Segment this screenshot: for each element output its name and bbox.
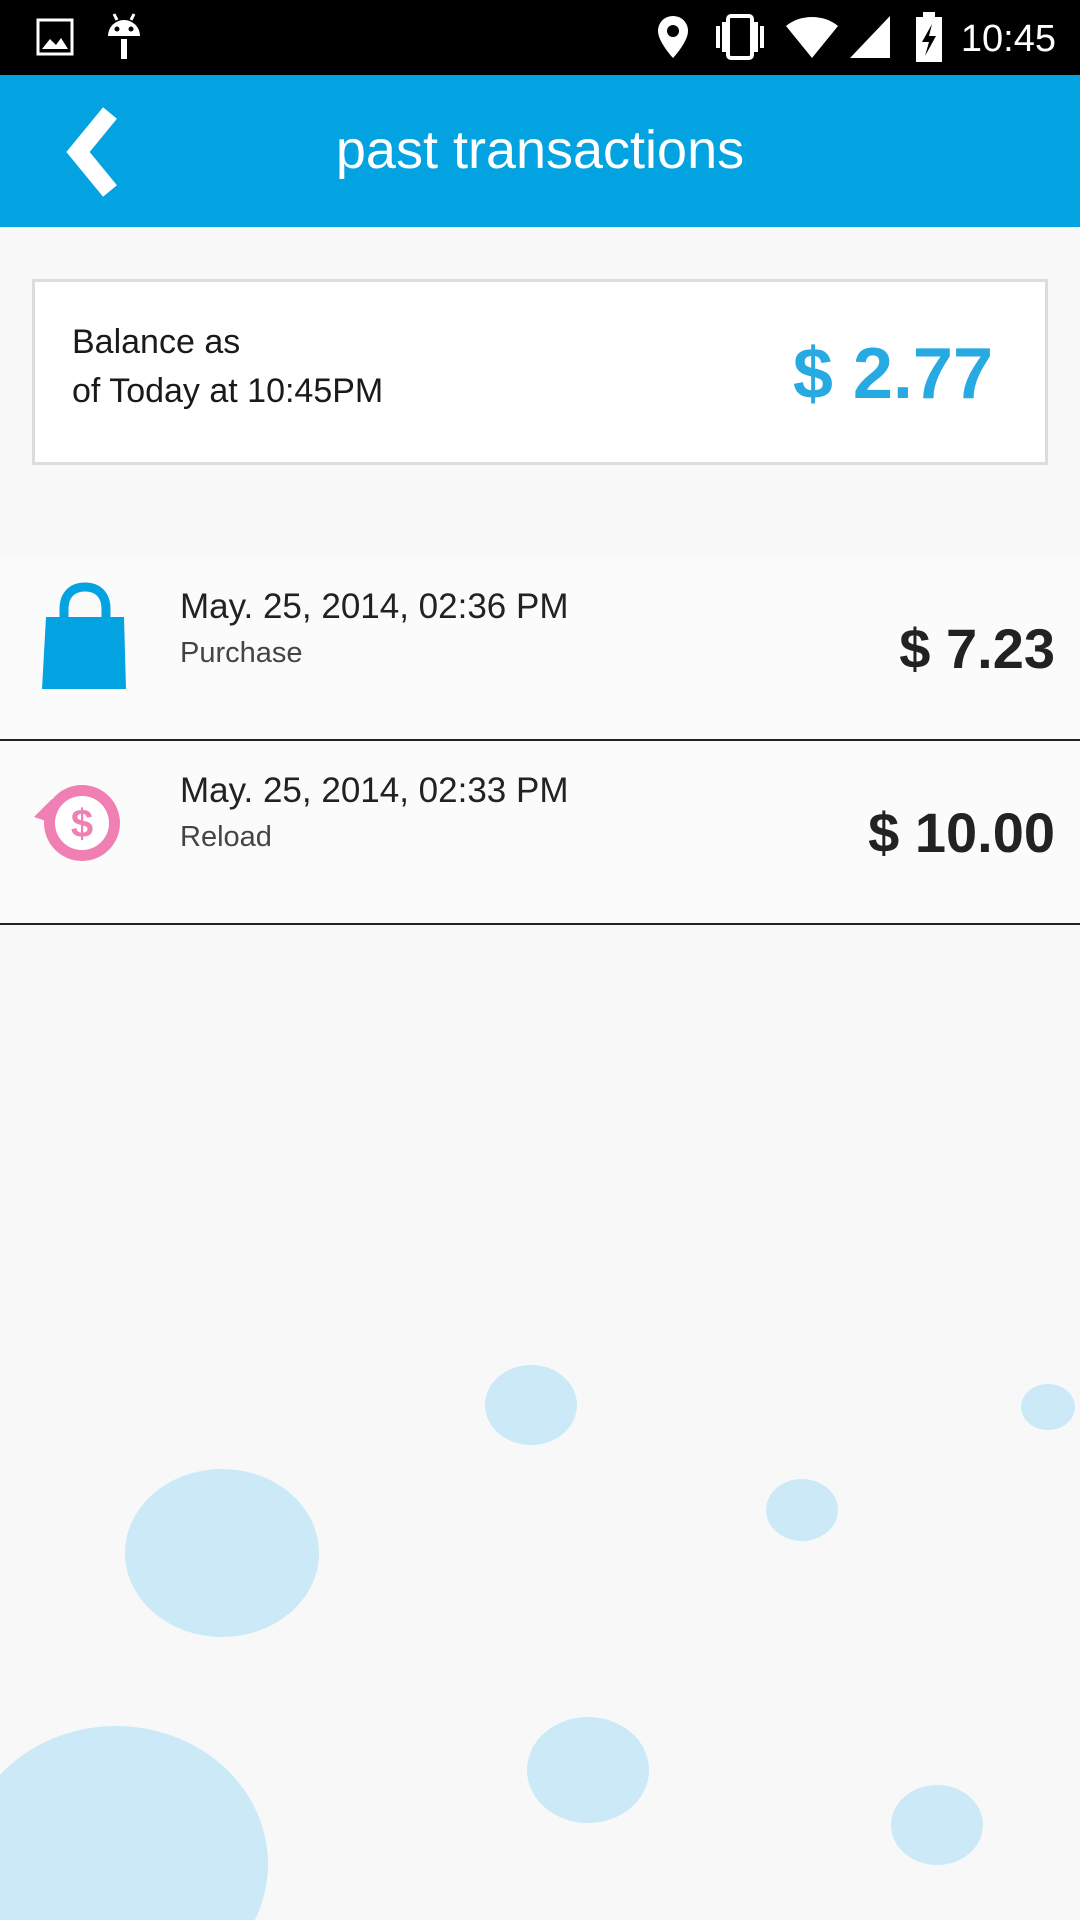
status-bar: 10:45 (0, 0, 1080, 75)
app-bar: past transactions (0, 75, 1080, 227)
status-time: 10:45 (960, 18, 1056, 60)
svg-text:$: $ (71, 802, 93, 846)
wifi-icon (786, 17, 838, 58)
location-icon (658, 16, 688, 58)
image-icon (36, 18, 74, 56)
background-bubbles (0, 1365, 1075, 1920)
balance-label-line2: of Today at 10:45PM (72, 372, 384, 410)
transaction-list: May. 25, 2014, 02:36 PM Purchase $ 7.23 … (0, 557, 1080, 925)
transaction-row[interactable]: $ May. 25, 2014, 02:33 PM Reload $ 10.00 (0, 741, 1080, 925)
balance-card: Balance as of Today at 10:45PM $ 2.77 (32, 279, 1048, 465)
transaction-row[interactable]: May. 25, 2014, 02:36 PM Purchase $ 7.23 (0, 557, 1080, 741)
balance-label-line1: Balance as (72, 323, 241, 361)
reload-dollar-icon: $ (30, 761, 140, 881)
transaction-type: Reload (180, 821, 272, 853)
chevron-left-icon (66, 107, 117, 197)
signal-icon (850, 16, 890, 58)
transaction-date: May. 25, 2014, 02:33 PM (180, 771, 569, 810)
transaction-type: Purchase (180, 637, 303, 669)
transaction-amount: $ 10.00 (868, 801, 1055, 864)
shopping-bag-icon (30, 577, 140, 697)
page-title: past transactions (335, 120, 745, 180)
back-button[interactable] (50, 97, 160, 207)
balance-label: Balance as of Today at 10:45PM (72, 318, 383, 416)
content-area: Balance as of Today at 10:45PM $ 2.77 Ma… (0, 227, 1080, 1920)
android-icon (108, 13, 140, 59)
balance-amount: $ 2.77 (792, 334, 993, 414)
transaction-amount: $ 7.23 (899, 617, 1055, 680)
vibrate-icon (716, 14, 764, 60)
transaction-date: May. 25, 2014, 02:36 PM (180, 587, 569, 626)
battery-charging-icon (916, 12, 942, 62)
